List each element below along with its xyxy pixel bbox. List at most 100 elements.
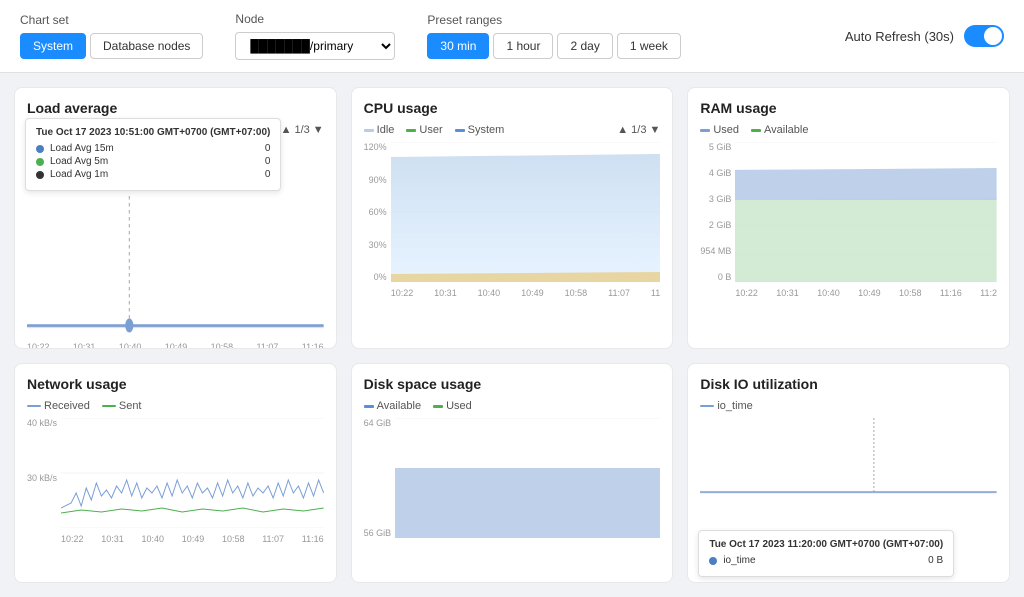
- disk-io-tooltip-row: io_time 0 B: [709, 555, 943, 566]
- legend-io-time: io_time: [700, 400, 752, 412]
- cpu-y-labels: 120%90%60%30%0%: [364, 142, 391, 282]
- disk-io-title: Disk IO utilization: [700, 376, 997, 392]
- legend-dot-sent: [102, 405, 116, 407]
- legend-disk-used: Used: [433, 400, 472, 412]
- legend-label-io-time: io_time: [717, 400, 752, 412]
- tooltip-dot-1: [36, 158, 44, 166]
- legend-idle: Idle: [364, 124, 395, 136]
- load-avg-tooltip: Tue Oct 17 2023 10:51:00 GMT+0700 (GMT+0…: [25, 118, 281, 191]
- cpu-chart: 10:2210:3110:4010:4910:5811:0711: [391, 142, 661, 282]
- cpu-usage-card: CPU usage Idle User System ▲ 1/3: [351, 87, 674, 349]
- disk-io-tooltip-value: 0 B: [928, 555, 943, 566]
- disk-io-card: Disk IO utilization io_time Tue Oct 17 2…: [687, 363, 1010, 583]
- auto-refresh-group: Auto Refresh (30s): [845, 25, 1004, 47]
- legend-label-sent: Sent: [119, 400, 142, 412]
- preset-ranges-group: Preset ranges 30 min 1 hour 2 day 1 week: [427, 13, 680, 59]
- disk-space-title: Disk space usage: [364, 376, 661, 392]
- load-average-card: Load average Load Avg 15m ▲ 1/3 ▼ Tue Oc…: [14, 87, 337, 349]
- cpu-nav-down: ▼: [649, 124, 660, 136]
- chart-set-database-button[interactable]: Database nodes: [90, 33, 203, 59]
- charts-grid: Load average Load Avg 15m ▲ 1/3 ▼ Tue Oc…: [0, 73, 1024, 597]
- cpu-x-labels: 10:2210:3110:4010:4910:5811:0711: [391, 288, 661, 298]
- nav-counter: 1/3: [294, 124, 309, 136]
- auto-refresh-label: Auto Refresh (30s): [845, 29, 954, 44]
- legend-available: Available: [751, 124, 808, 136]
- tooltip-value-2: 0: [265, 169, 271, 180]
- tooltip-row-1: Load Avg 5m 0: [36, 156, 270, 167]
- network-legend: Received Sent: [27, 400, 324, 412]
- tooltip-dot-2: [36, 171, 44, 179]
- disk-space-legend: Available Used: [364, 400, 661, 412]
- legend-dot-disk-used: [433, 405, 443, 408]
- tooltip-row-0: Load Avg 15m 0: [36, 143, 270, 154]
- legend-used: Used: [700, 124, 739, 136]
- legend-label-disk-used: Used: [446, 400, 472, 412]
- cpu-nav-counter: 1/3: [631, 124, 646, 136]
- ram-x-labels: 10:2210:3110:4010:4910:5811:1611:2: [735, 288, 997, 298]
- tooltip-row-2: Load Avg 1m 0: [36, 169, 270, 180]
- tooltip-label-0: Load Avg 15m: [50, 143, 259, 154]
- load-avg-chart: 10:2210:3110:4010:4910:5811:0711:16: [27, 196, 324, 336]
- legend-label-available: Available: [764, 124, 808, 136]
- preset-1hour-button[interactable]: 1 hour: [493, 33, 553, 59]
- auto-refresh-toggle[interactable]: [964, 25, 1004, 47]
- disk-y-labels: 64 GiB 56 GiB: [364, 418, 396, 538]
- load-avg-nav: ▲ 1/3 ▼: [281, 124, 324, 136]
- network-chart-wrapper: 40 kB/s 30 kB/s 10:2210:3110:4010:4910:5…: [27, 418, 324, 528]
- chart-set-label: Chart set: [20, 13, 203, 27]
- legend-dot-used: [700, 129, 710, 132]
- cpu-nav: ▲ 1/3 ▼: [617, 124, 660, 136]
- preset-range-buttons: 30 min 1 hour 2 day 1 week: [427, 33, 680, 59]
- preset-30min-button[interactable]: 30 min: [427, 33, 489, 59]
- ram-y-labels: 5 GiB4 GiB3 GiB2 GiB954 MB0 B: [700, 142, 735, 282]
- disk-io-tooltip-title: Tue Oct 17 2023 11:20:00 GMT+0700 (GMT+0…: [709, 539, 943, 550]
- disk-space-chart-wrapper: 64 GiB 56 GiB: [364, 418, 661, 538]
- cpu-legend: Idle User System ▲ 1/3 ▼: [364, 124, 661, 136]
- legend-label-user: User: [419, 124, 442, 136]
- legend-user: User: [406, 124, 442, 136]
- chart-set-system-button[interactable]: System: [20, 33, 86, 59]
- legend-label-disk-available: Available: [377, 400, 421, 412]
- chart-set-buttons: System Database nodes: [20, 33, 203, 59]
- tooltip-value-0: 0: [265, 143, 271, 154]
- disk-io-tooltip-dot: [709, 557, 717, 565]
- legend-dot-system: [455, 129, 465, 132]
- legend-disk-available: Available: [364, 400, 421, 412]
- ram-legend: Used Available: [700, 124, 997, 136]
- cpu-nav-up: ▲: [617, 124, 628, 136]
- header: Chart set System Database nodes Node ███…: [0, 0, 1024, 73]
- legend-label-idle: Idle: [377, 124, 395, 136]
- node-select[interactable]: ███████/primary: [235, 32, 395, 60]
- tooltip-value-1: 0: [265, 156, 271, 167]
- network-usage-card: Network usage Received Sent 40 kB/s 30 k…: [14, 363, 337, 583]
- legend-dot-received: [27, 405, 41, 407]
- ram-usage-card: RAM usage Used Available 5 GiB4 GiB3 GiB…: [687, 87, 1010, 349]
- tooltip-label-2: Load Avg 1m: [50, 169, 259, 180]
- legend-dot-user: [406, 129, 416, 132]
- network-y-labels: 40 kB/s 30 kB/s: [27, 418, 61, 528]
- preset-ranges-label: Preset ranges: [427, 13, 680, 27]
- legend-dot-available: [751, 129, 761, 132]
- ram-chart-wrapper: 5 GiB4 GiB3 GiB2 GiB954 MB0 B 10:2210:3: [700, 142, 997, 282]
- ram-usage-title: RAM usage: [700, 100, 997, 116]
- network-usage-title: Network usage: [27, 376, 324, 392]
- tooltip-dot-0: [36, 145, 44, 153]
- legend-received: Received: [27, 400, 90, 412]
- legend-label-received: Received: [44, 400, 90, 412]
- preset-1week-button[interactable]: 1 week: [617, 33, 681, 59]
- legend-label-used: Used: [713, 124, 739, 136]
- legend-label-system: System: [468, 124, 505, 136]
- network-x-labels: 10:2210:3110:4010:4910:5811:0711:16: [61, 534, 324, 544]
- nav-up-icon: ▲: [281, 124, 292, 136]
- load-average-title: Load average: [27, 100, 324, 116]
- network-chart: 10:2210:3110:4010:4910:5811:0711:16: [61, 418, 324, 528]
- load-avg-x-labels: 10:2210:3110:4010:4910:5811:0711:16: [27, 342, 324, 349]
- disk-space-chart: [395, 418, 660, 538]
- disk-io-tooltip: Tue Oct 17 2023 11:20:00 GMT+0700 (GMT+0…: [698, 530, 954, 577]
- legend-dot-disk-available: [364, 405, 374, 408]
- disk-io-chart: [700, 418, 997, 498]
- tooltip-title: Tue Oct 17 2023 10:51:00 GMT+0700 (GMT+0…: [36, 127, 270, 138]
- cpu-usage-title: CPU usage: [364, 100, 661, 116]
- legend-dot-io-time: [700, 405, 714, 407]
- preset-2day-button[interactable]: 2 day: [557, 33, 612, 59]
